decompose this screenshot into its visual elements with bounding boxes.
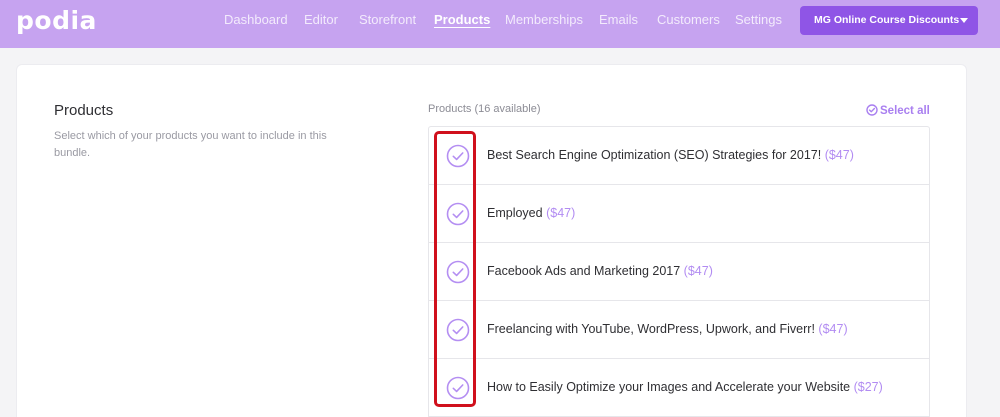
check-circle-icon[interactable] bbox=[446, 260, 470, 284]
product-label: Employed ($47) bbox=[487, 185, 575, 242]
nav-customers[interactable]: Customers bbox=[657, 0, 720, 48]
product-label: Freelancing with YouTube, WordPress, Upw… bbox=[487, 301, 848, 358]
nav-settings[interactable]: Settings bbox=[735, 0, 782, 48]
select-all-button[interactable]: Select all bbox=[866, 102, 930, 117]
nav-memberships[interactable]: Memberships bbox=[505, 0, 583, 48]
product-row[interactable]: Best Search Engine Optimization (SEO) St… bbox=[429, 127, 929, 185]
nav-dashboard[interactable]: Dashboard bbox=[224, 0, 288, 48]
product-row[interactable]: Facebook Ads and Marketing 2017 ($47) bbox=[429, 243, 929, 301]
product-label: Best Search Engine Optimization (SEO) St… bbox=[487, 127, 854, 184]
check-circle-icon[interactable] bbox=[446, 376, 470, 400]
product-price: ($47) bbox=[546, 206, 576, 220]
podia-logo[interactable]: podia bbox=[16, 6, 97, 35]
products-available-label: Products (16 available) bbox=[428, 103, 541, 115]
product-name: Best Search Engine Optimization (SEO) St… bbox=[487, 148, 822, 162]
product-row[interactable]: Employed ($47) bbox=[429, 185, 929, 243]
product-name: Employed bbox=[487, 206, 543, 220]
product-row[interactable]: Freelancing with YouTube, WordPress, Upw… bbox=[429, 301, 929, 359]
section-description: Select which of your products you want t… bbox=[54, 130, 327, 159]
nav-products[interactable]: Products bbox=[434, 0, 490, 48]
caret-down-icon bbox=[960, 18, 968, 23]
product-row[interactable]: How to Easily Optimize your Images and A… bbox=[429, 359, 929, 417]
product-name: Facebook Ads and Marketing 2017 bbox=[487, 264, 681, 278]
account-switcher-button[interactable]: MG Online Course Discounts bbox=[800, 6, 978, 35]
nav-editor[interactable]: Editor bbox=[304, 0, 338, 48]
product-label: Facebook Ads and Marketing 2017 ($47) bbox=[487, 243, 713, 300]
product-price: ($47) bbox=[683, 264, 713, 278]
check-circle-icon[interactable] bbox=[446, 144, 470, 168]
product-price: ($47) bbox=[824, 148, 854, 162]
product-price: ($27) bbox=[853, 380, 883, 394]
check-circle-icon[interactable] bbox=[446, 318, 470, 342]
check-circle-icon bbox=[866, 104, 878, 116]
section-title: Products bbox=[54, 102, 114, 119]
bundle-products-card: Products Select which of your products y… bbox=[17, 65, 966, 417]
nav-emails[interactable]: Emails bbox=[599, 0, 638, 48]
select-all-label: Select all bbox=[880, 105, 930, 117]
product-name: Freelancing with YouTube, WordPress, Upw… bbox=[487, 322, 815, 336]
product-price: ($47) bbox=[818, 322, 848, 336]
product-label: How to Easily Optimize your Images and A… bbox=[487, 359, 883, 416]
nav-storefront[interactable]: Storefront bbox=[359, 0, 416, 48]
check-circle-icon[interactable] bbox=[446, 202, 470, 226]
product-list: Best Search Engine Optimization (SEO) St… bbox=[428, 126, 930, 417]
top-navigation-bar: podia Dashboard Editor Storefront Produc… bbox=[0, 0, 1000, 48]
product-name: How to Easily Optimize your Images and A… bbox=[487, 380, 851, 394]
account-name: MG Online Course Discounts bbox=[814, 14, 960, 26]
